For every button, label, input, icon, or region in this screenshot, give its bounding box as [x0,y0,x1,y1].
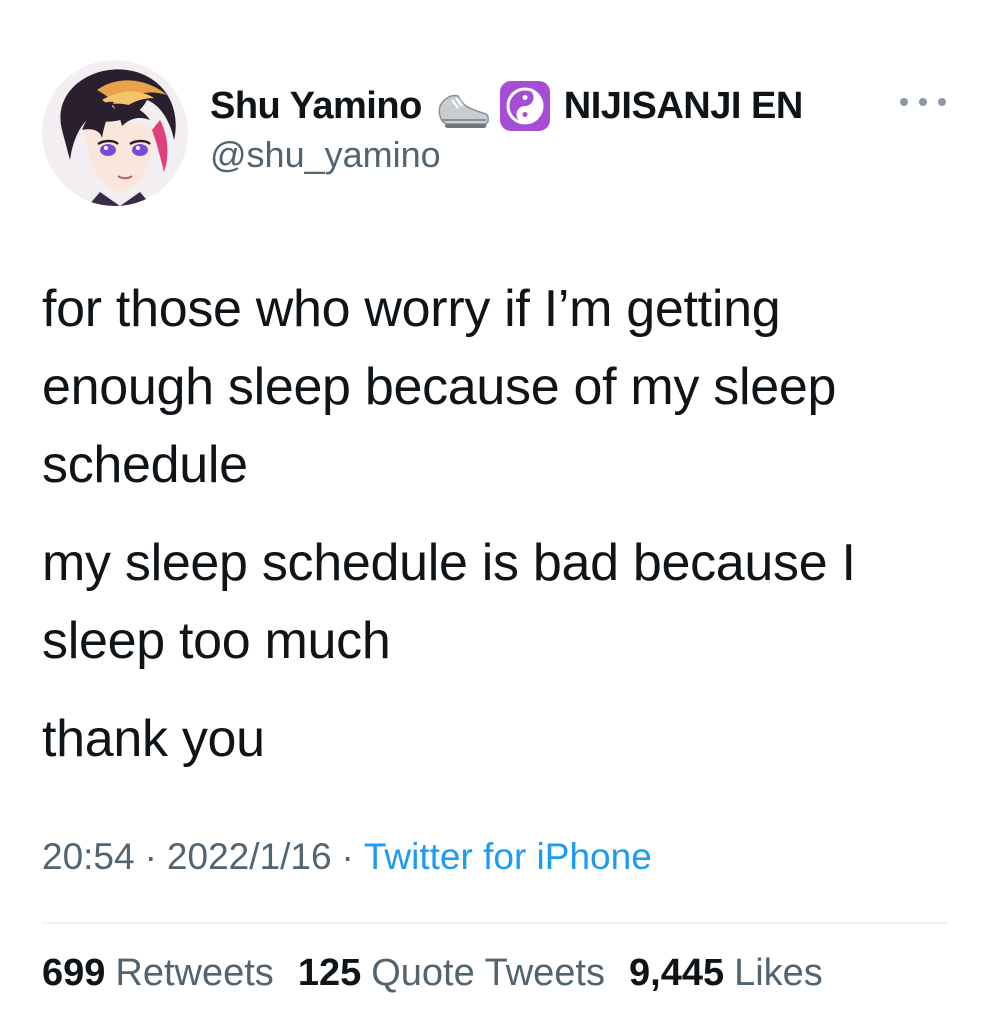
more-dot-icon [919,98,927,106]
retweets-label: Retweets [115,952,274,994]
avatar-image [42,60,188,206]
yin-yang-badge-icon [498,79,552,133]
tweet-paragraph: for those who worry if I’m getting enoug… [42,280,837,494]
tweet-date[interactable]: 2022/1/16 [167,836,332,877]
tweet-paragraph: thank you [42,710,265,768]
user-handle[interactable]: @shu_yamino [210,134,441,176]
tweet-time[interactable]: 20:54 [42,836,135,877]
likes-stat[interactable]: 9,445 Likes [629,952,823,995]
quote-tweets-count: 125 [297,952,362,994]
tweet-paragraph: my sleep schedule is bad because I sleep… [42,534,856,670]
tweet-metadata: 20:54 · 2022/1/16 · Twitter for iPhone [42,836,652,878]
display-name[interactable]: Shu Yamino [210,85,422,128]
tweet-source-link[interactable]: Twitter for iPhone [364,836,652,877]
quote-tweets-stat[interactable]: 125 Quote Tweets [298,952,605,995]
retweets-count: 699 [42,952,106,994]
separator: · [144,836,157,877]
more-dot-icon [900,98,908,106]
separator: · [341,836,354,877]
avatar[interactable] [42,60,188,206]
more-options-button[interactable] [900,90,946,114]
likes-label: Likes [734,952,823,994]
more-dot-icon [938,98,946,106]
tweet-card: Shu Yamino NIJISANJI EN @shu_yamino for … [0,0,992,1024]
divider [42,922,948,924]
retweets-stat[interactable]: 699 Retweets [42,952,274,995]
tweet-text: for those who worry if I’m getting enoug… [42,270,962,798]
likes-count: 9,445 [629,952,725,994]
name-row: Shu Yamino NIJISANJI EN [210,78,803,134]
quote-tweets-label: Quote Tweets [371,952,605,994]
engagement-stats: 699 Retweets 125 Quote Tweets 9,445 Likes [42,952,847,995]
affiliation-label: NIJISANJI EN [563,84,803,127]
running-shoe-icon [436,84,490,128]
